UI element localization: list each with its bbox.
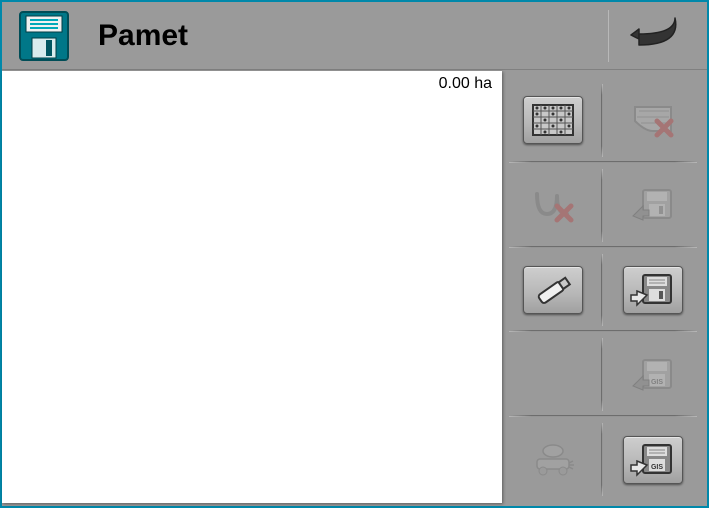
field-pattern-button[interactable]: [503, 78, 603, 163]
gis-export-icon: GIS: [629, 441, 677, 479]
header-divider: [608, 10, 609, 62]
back-arrow-icon: [625, 15, 685, 55]
track-delete-button: [503, 163, 603, 248]
back-button[interactable]: [613, 6, 697, 64]
gis-import-button: GIS: [603, 332, 703, 417]
page-title: Pamet: [98, 19, 188, 53]
save-export-button[interactable]: [603, 248, 703, 333]
save-import-button: [603, 163, 703, 248]
sidebar: GIS: [503, 78, 703, 502]
area-value: 0.00 ha: [439, 75, 492, 92]
gis-export-button[interactable]: GIS: [603, 417, 703, 502]
save-floppy-icon: [18, 10, 70, 62]
svg-text:GIS: GIS: [651, 379, 663, 386]
field-pattern-icon: [529, 101, 577, 139]
track-delete-icon: [529, 186, 577, 224]
save-export-icon: [629, 271, 677, 309]
machine-button: [503, 417, 603, 502]
usb-button[interactable]: [503, 248, 603, 333]
gis-import-icon: GIS: [629, 356, 677, 394]
header-bar: Pamet: [2, 2, 707, 70]
save-import-icon: [629, 186, 677, 224]
field-delete-icon: [629, 101, 677, 139]
usb-stick-icon: [529, 271, 577, 309]
spreader-machine-icon: [529, 441, 577, 479]
empty-slot: [503, 332, 603, 417]
field-delete-button: [603, 78, 703, 163]
content-area: 0.00 ha: [2, 71, 502, 503]
svg-text:GIS: GIS: [651, 464, 663, 471]
